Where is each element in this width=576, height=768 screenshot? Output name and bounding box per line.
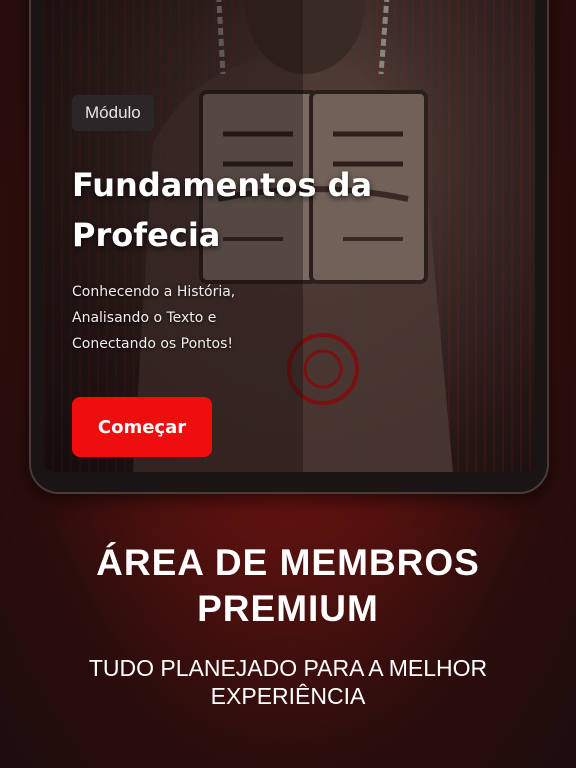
- promo-headline: ÁREA DE MEMBROS PREMIUM: [96, 542, 480, 629]
- module-badge: Módulo: [72, 95, 154, 131]
- module-title: Fundamentos da Profecia: [72, 166, 373, 254]
- start-button[interactable]: Começar: [72, 397, 212, 457]
- module-subtitle: Conhecendo a História, Analisando o Text…: [72, 284, 236, 352]
- promo-tagline: TUDO PLANEJADO PARA A MELHOR EXPERIÊNCIA: [88, 655, 488, 709]
